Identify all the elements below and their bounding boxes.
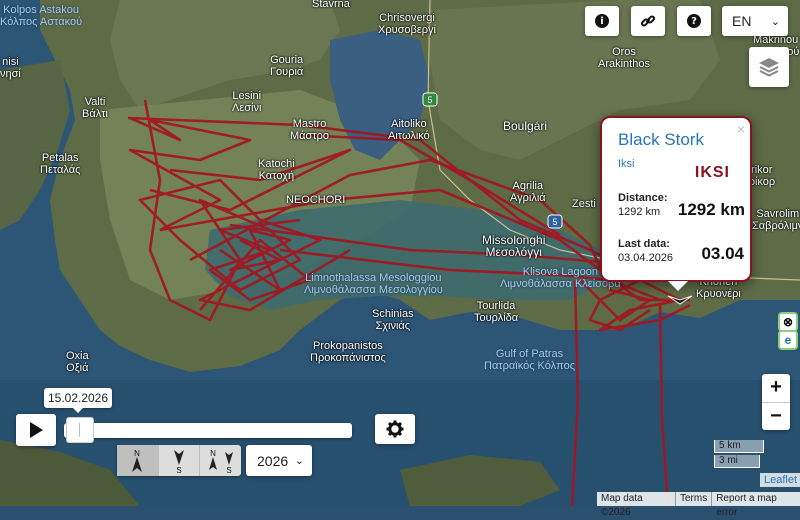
report-error-link[interactable]: Report a map error xyxy=(711,492,800,518)
play-button[interactable] xyxy=(16,414,56,446)
chevron-down-icon: ⌄ xyxy=(770,15,780,28)
place-label: Kolpos Astakou Κόλπος Αστακού xyxy=(0,4,83,28)
road-shield: 5 xyxy=(422,92,438,107)
help-button[interactable]: ? xyxy=(677,6,711,36)
animal-nickname[interactable]: Iksi xyxy=(618,158,635,170)
close-circle-icon[interactable]: ⊗ xyxy=(778,312,798,332)
south-direction-button[interactable]: S xyxy=(157,445,200,476)
last-data-value-large: 03.04 xyxy=(701,244,744,263)
map-data-credit: Map data ©2026 xyxy=(601,493,643,518)
svg-text:5: 5 xyxy=(552,217,557,227)
place-label: Aitoliko Αιτωλικό xyxy=(388,118,430,142)
settings-button[interactable] xyxy=(375,414,415,444)
place-label: Stavrna xyxy=(312,0,350,10)
scale-mi: 3 mi xyxy=(714,455,760,468)
place-label: Limnothalassa Mesologgiou Λιμνοθάλασσα Με… xyxy=(304,272,443,296)
distance-value-large: 1292 km xyxy=(677,200,745,219)
popup-pointer xyxy=(668,281,688,291)
place-label: Mastro Μάστρο xyxy=(290,118,330,142)
distance-label: Distance: xyxy=(618,192,668,204)
gear-icon xyxy=(386,420,404,438)
place-label: Lesini Λεσίνι xyxy=(232,90,262,114)
place-label: Agrilia Αγριλιά xyxy=(510,180,546,204)
last-data-value-small: 03.04.2026 xyxy=(618,252,674,264)
link-icon xyxy=(640,15,656,27)
place-label: Missolonghi Μεσολόγγι xyxy=(482,233,546,259)
svg-text:S: S xyxy=(226,466,231,474)
svg-text:N: N xyxy=(210,449,216,458)
map-attribution: Map data ©2026 Terms Report a map error xyxy=(597,492,800,518)
place-label: Boulgári xyxy=(503,119,548,133)
place-label: Tourlida Τουρλίδα xyxy=(474,300,519,324)
animal-code: IKSI xyxy=(694,164,730,181)
info-button[interactable]: i xyxy=(585,6,619,36)
place-label: Oros Arakinthos xyxy=(598,46,650,70)
zoom-control: + − xyxy=(762,374,790,430)
animal-name: Black Stork xyxy=(618,130,704,149)
terms-link[interactable]: Terms xyxy=(674,492,711,506)
e-logo-button[interactable]: e xyxy=(778,330,798,350)
last-data-label: Last data: xyxy=(618,238,670,250)
both-directions-button[interactable]: N S xyxy=(199,445,241,476)
play-icon xyxy=(30,422,43,438)
distance-value-small: 1292 km xyxy=(618,206,661,218)
layers-button[interactable] xyxy=(749,47,789,87)
timeline-track[interactable] xyxy=(64,423,352,438)
north-south-arrows-icon: N S xyxy=(208,449,233,474)
zoom-out-button[interactable]: − xyxy=(762,401,790,431)
leaflet-link[interactable]: Leaflet xyxy=(760,473,800,487)
year-select[interactable]: 2026 ⌄ xyxy=(246,445,312,476)
north-direction-button[interactable]: N xyxy=(117,445,158,476)
road-shield: 5 xyxy=(547,214,563,229)
place-label: NEOCHORI xyxy=(286,194,346,206)
date-tooltip: 15.02.2026 xyxy=(44,388,112,413)
place-label: Valti Βάλτι xyxy=(82,96,108,120)
south-arrow-icon: S xyxy=(174,449,184,474)
layers-icon xyxy=(759,58,779,77)
svg-text:S: S xyxy=(176,466,181,474)
chevron-down-icon: ⌄ xyxy=(294,455,304,467)
close-icon[interactable]: × xyxy=(737,121,745,137)
place-label: Chrisovergi Χρυσοβεργί xyxy=(378,12,436,36)
place-label: Oxia Οξιά xyxy=(66,350,89,374)
language-select[interactable]: EN ⌄ xyxy=(722,6,788,36)
info-icon: i xyxy=(595,14,609,28)
place-label: Prokopanistos Προκοπάνιστος xyxy=(310,340,386,364)
migration-direction-toggle: N S N S xyxy=(117,445,241,476)
year-value: 2026 xyxy=(257,452,289,469)
question-icon: ? xyxy=(687,14,701,28)
place-label: Petalas Πεταλάς xyxy=(40,152,81,176)
zoom-in-button[interactable]: + xyxy=(762,374,790,402)
place-label: Gouria Γουριά xyxy=(270,54,304,78)
place-label: Katochi Κατοχή xyxy=(258,158,295,182)
svg-text:N: N xyxy=(134,449,140,458)
language-value: EN xyxy=(732,13,752,29)
north-arrow-icon: N xyxy=(132,449,143,472)
scale-km: 5 km xyxy=(714,440,764,453)
place-label: Schinias Σχινιάς xyxy=(372,308,414,332)
place-label: Zesti xyxy=(572,198,596,210)
timeline-slider-handle[interactable] xyxy=(66,417,94,443)
place-label: Gulf of Patras Πατραϊκός Κόλπος xyxy=(484,348,576,372)
place-label: nisi νησί xyxy=(0,56,21,80)
place-label: SavrolimnΣαβρόλιμνη xyxy=(752,208,800,232)
animal-popup: Black Stork × Iksi IKSI Distance: 1292 k… xyxy=(600,116,752,282)
svg-text:5: 5 xyxy=(427,95,432,105)
share-link-button[interactable] xyxy=(631,6,665,36)
